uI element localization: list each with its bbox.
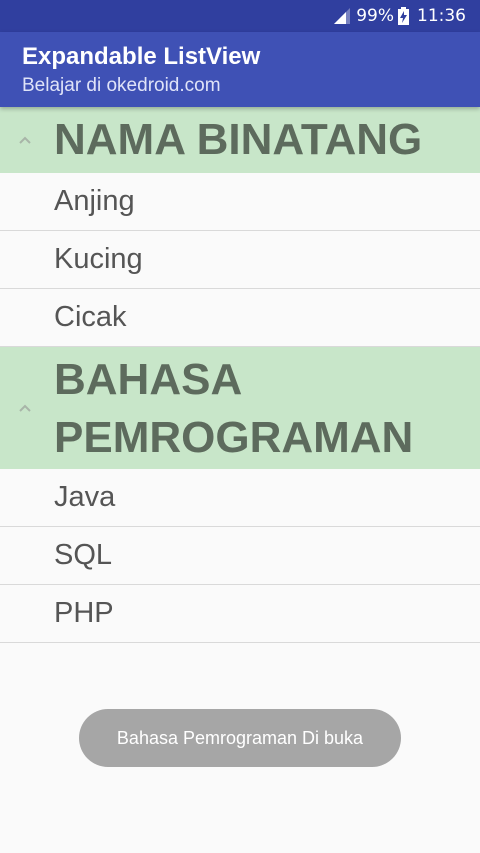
toast-message: Bahasa Pemrograman Di buka xyxy=(79,709,401,767)
battery-charging-icon xyxy=(398,7,409,25)
list-item-sql[interactable]: SQL xyxy=(0,527,480,585)
list-item-anjing[interactable]: Anjing xyxy=(0,173,480,231)
group-header-nama-binatang[interactable]: NAMA BINATANG xyxy=(0,107,480,173)
list-item-cicak[interactable]: Cicak xyxy=(0,289,480,347)
list-item-php[interactable]: PHP xyxy=(0,585,480,643)
app-subtitle: Belajar di okedroid.com xyxy=(22,75,221,96)
clock: 11:36 xyxy=(417,6,466,26)
expandable-list: NAMA BINATANG Anjing Kucing Cicak BAHASA… xyxy=(0,107,480,643)
status-bar: 99% 11:36 xyxy=(0,0,480,32)
group-title: NAMA BINATANG xyxy=(54,115,423,164)
group-header-bahasa-pemrograman[interactable]: BAHASA PEMROGRAMAN xyxy=(0,347,480,469)
chevron-up-icon xyxy=(19,136,31,144)
chevron-up-icon xyxy=(19,404,31,412)
signal-icon xyxy=(334,8,351,24)
group-title: BAHASA PEMROGRAMAN xyxy=(54,355,414,462)
list-item-java[interactable]: Java xyxy=(0,469,480,527)
app-bar: Expandable ListView Belajar di okedroid.… xyxy=(0,32,480,107)
app-title: Expandable ListView xyxy=(22,43,261,70)
list-item-kucing[interactable]: Kucing xyxy=(0,231,480,289)
battery-percent: 99% xyxy=(356,6,394,26)
